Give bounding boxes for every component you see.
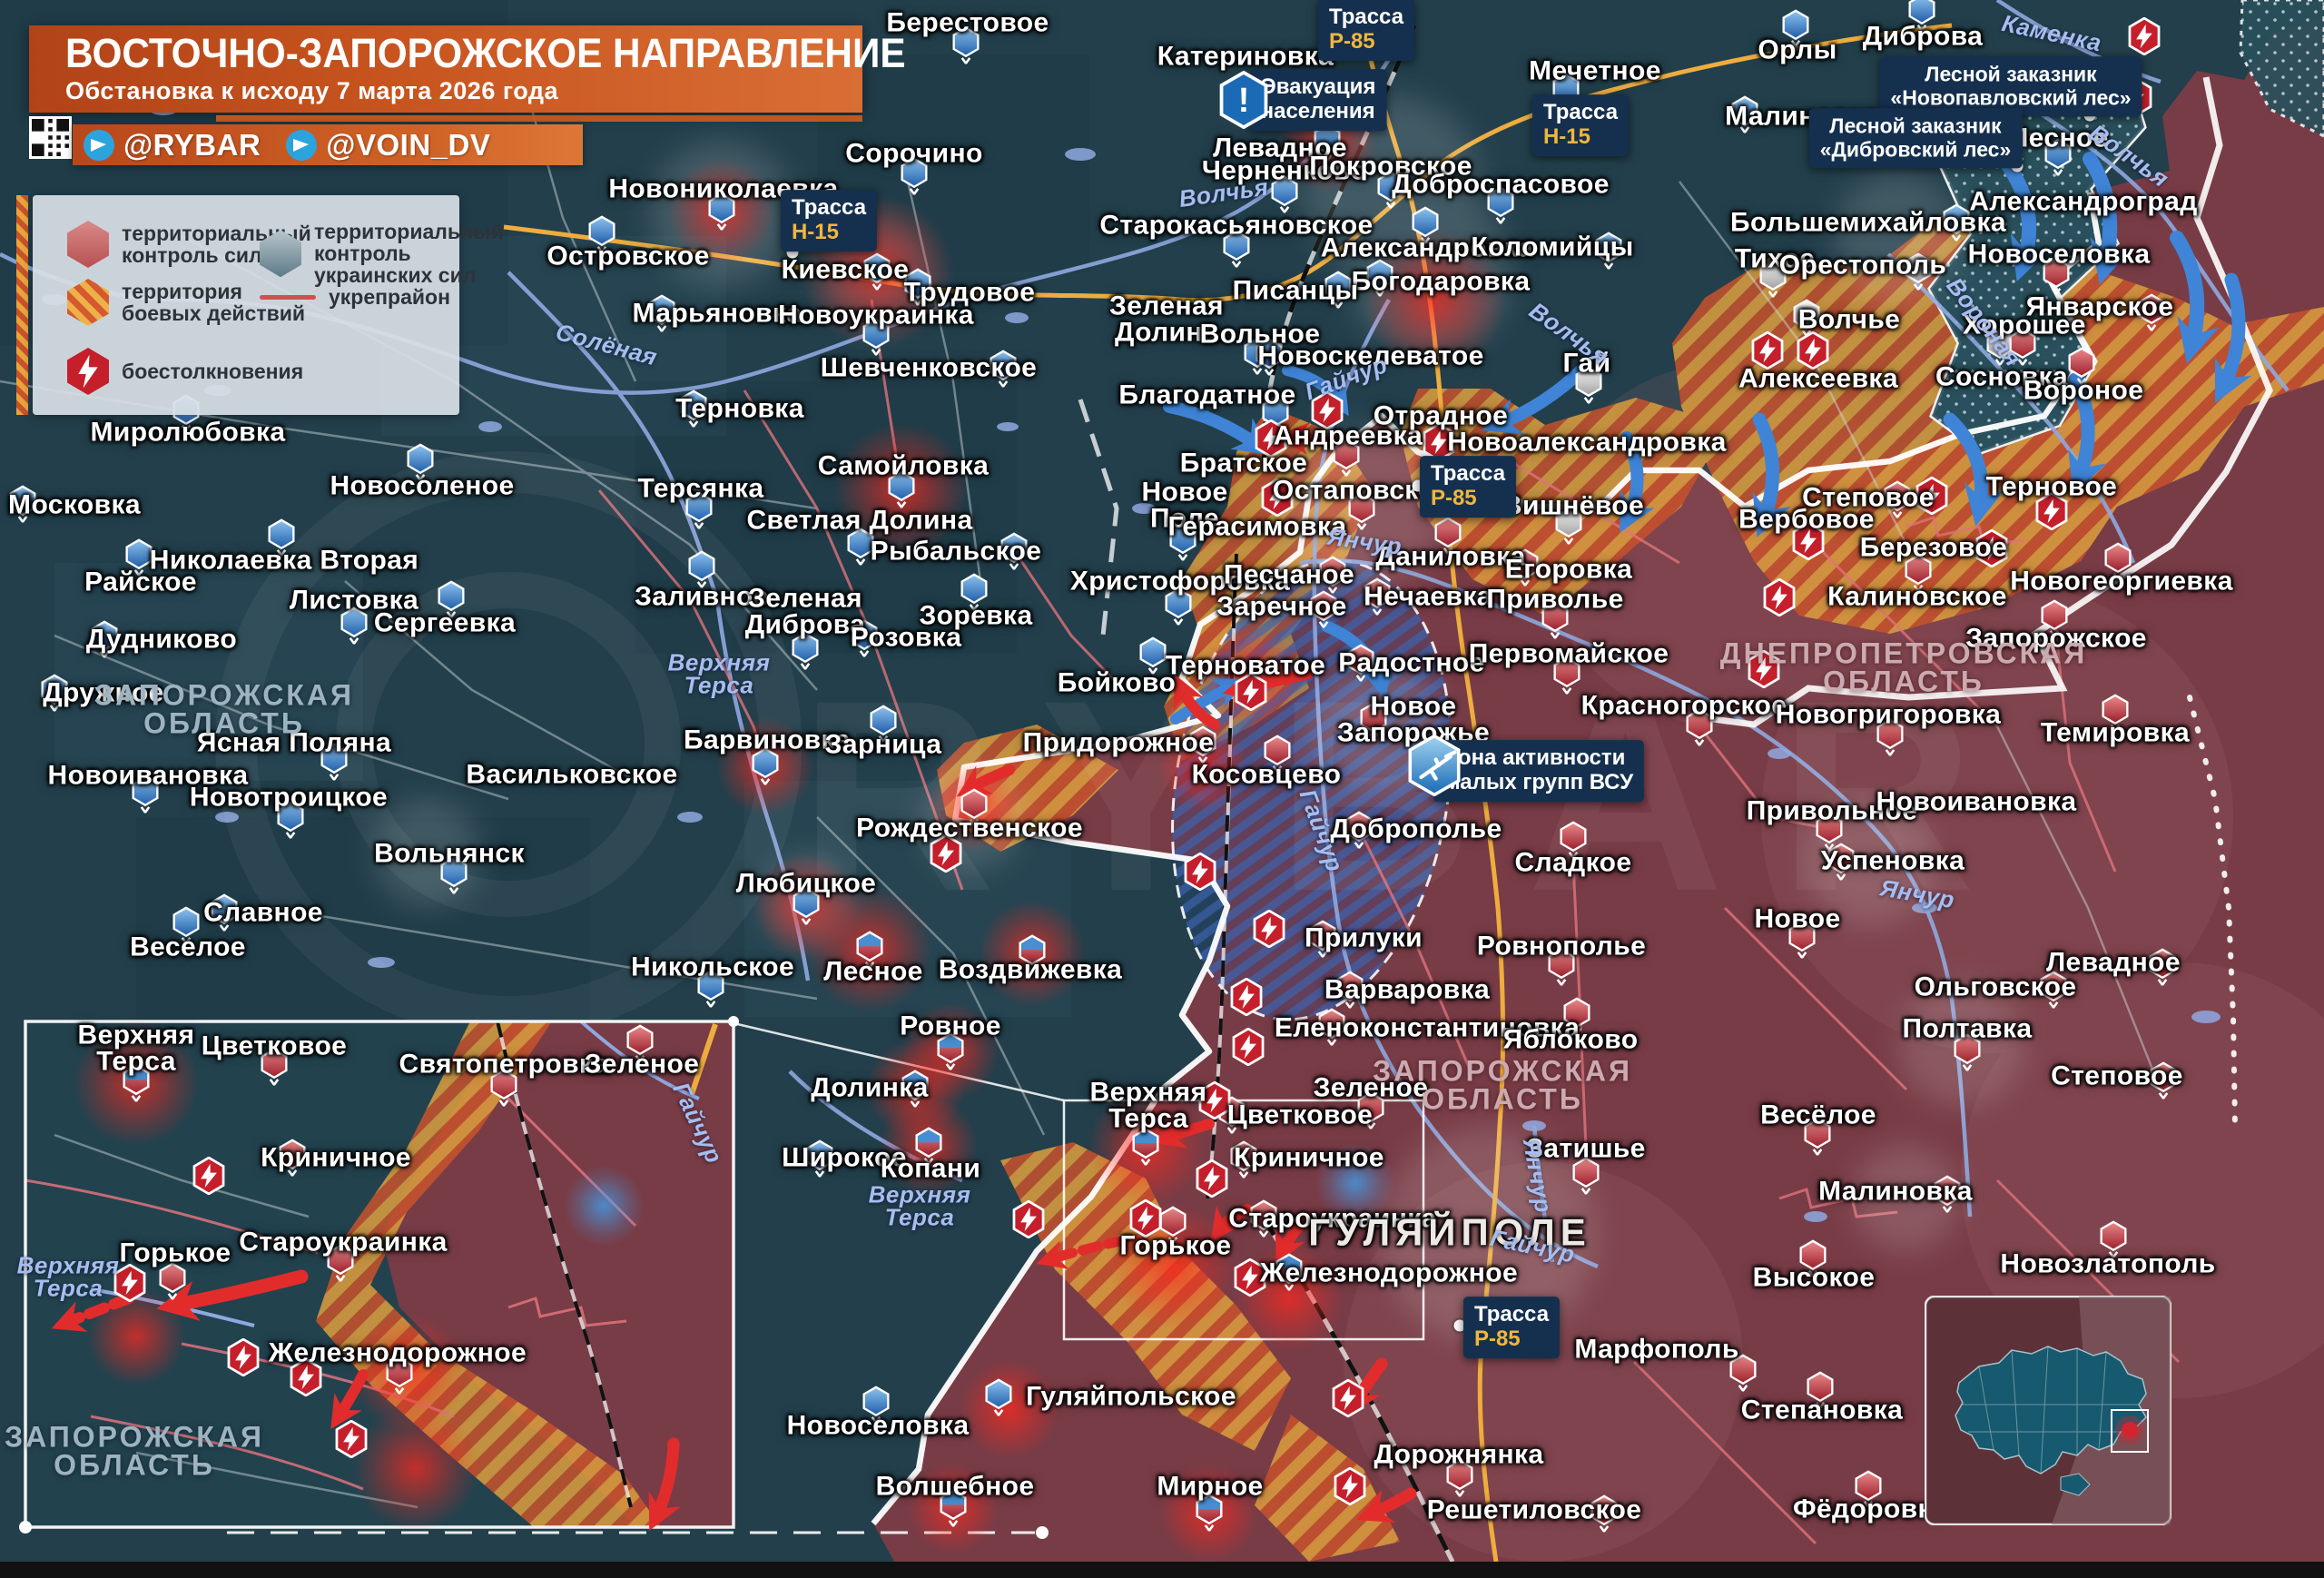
- callout-icon-rifle: [1406, 735, 1462, 796]
- page-title: ВОСТОЧНО-ЗАПОРОЖСКОЕ НАПРАВЛЕНИЕ: [65, 33, 814, 74]
- telegram-icon: [286, 130, 317, 161]
- callout-road: ТрассаР-85: [1463, 1297, 1560, 1358]
- callout-rifle: Зона активностималых групп ВСУ: [1433, 740, 1644, 802]
- callout-road: ТрассаН-15: [781, 190, 877, 251]
- fortification-line-icon: [260, 295, 316, 300]
- svg-text:!: !: [1238, 81, 1250, 119]
- callout-road: ТрассаР-85: [1318, 0, 1414, 61]
- telegram-icon: [84, 130, 114, 161]
- current-area-dot: [2122, 1422, 2138, 1438]
- legend: территориальный контроль сил РФ территор…: [33, 195, 459, 415]
- legend-item-clashes: боестолкновения: [67, 348, 303, 395]
- legend-item-fortification: укрепрайон: [260, 286, 450, 308]
- decor-strip: [216, 115, 862, 122]
- clashes-icon: [67, 348, 109, 395]
- rf-control-icon: [67, 221, 109, 268]
- callout-road: ТрассаР-85: [1420, 456, 1516, 518]
- title-box: ВОСТОЧНО-ЗАПОРОЖСКОЕ НАПРАВЛЕНИЕ Обстано…: [29, 25, 862, 113]
- page-subtitle: Обстановка к исходу 7 марта 2026 года: [65, 77, 862, 105]
- callout-forest: Лесной заказник«Дибровский лес»: [1809, 108, 2023, 168]
- legend-accent-bar: [16, 195, 28, 415]
- telegram-handle-voin-dv: @VOIN_DV: [326, 128, 490, 163]
- callout-warn: Эвакуациянаселения: [1250, 69, 1387, 131]
- callout-road: ТрассаН-15: [1532, 94, 1629, 156]
- telegram-handle-rybar: @RYBAR: [123, 128, 261, 163]
- qr-code: [29, 116, 72, 159]
- callout-forest: Лесной заказник«Новопавловский лес»: [1879, 56, 2142, 116]
- telegram-banner: @RYBAR @VOIN_DV: [73, 124, 583, 165]
- legend-item-ua-control: территориальный контроль украинских сил: [260, 221, 504, 286]
- ukraine-minimap: [1925, 1296, 2171, 1525]
- map-poster: RYBAR: [0, 0, 2324, 1562]
- ua-control-icon: [260, 230, 301, 277]
- battle-zone-icon: [67, 279, 109, 326]
- callout-icon-exclamation: !: [1217, 71, 1270, 129]
